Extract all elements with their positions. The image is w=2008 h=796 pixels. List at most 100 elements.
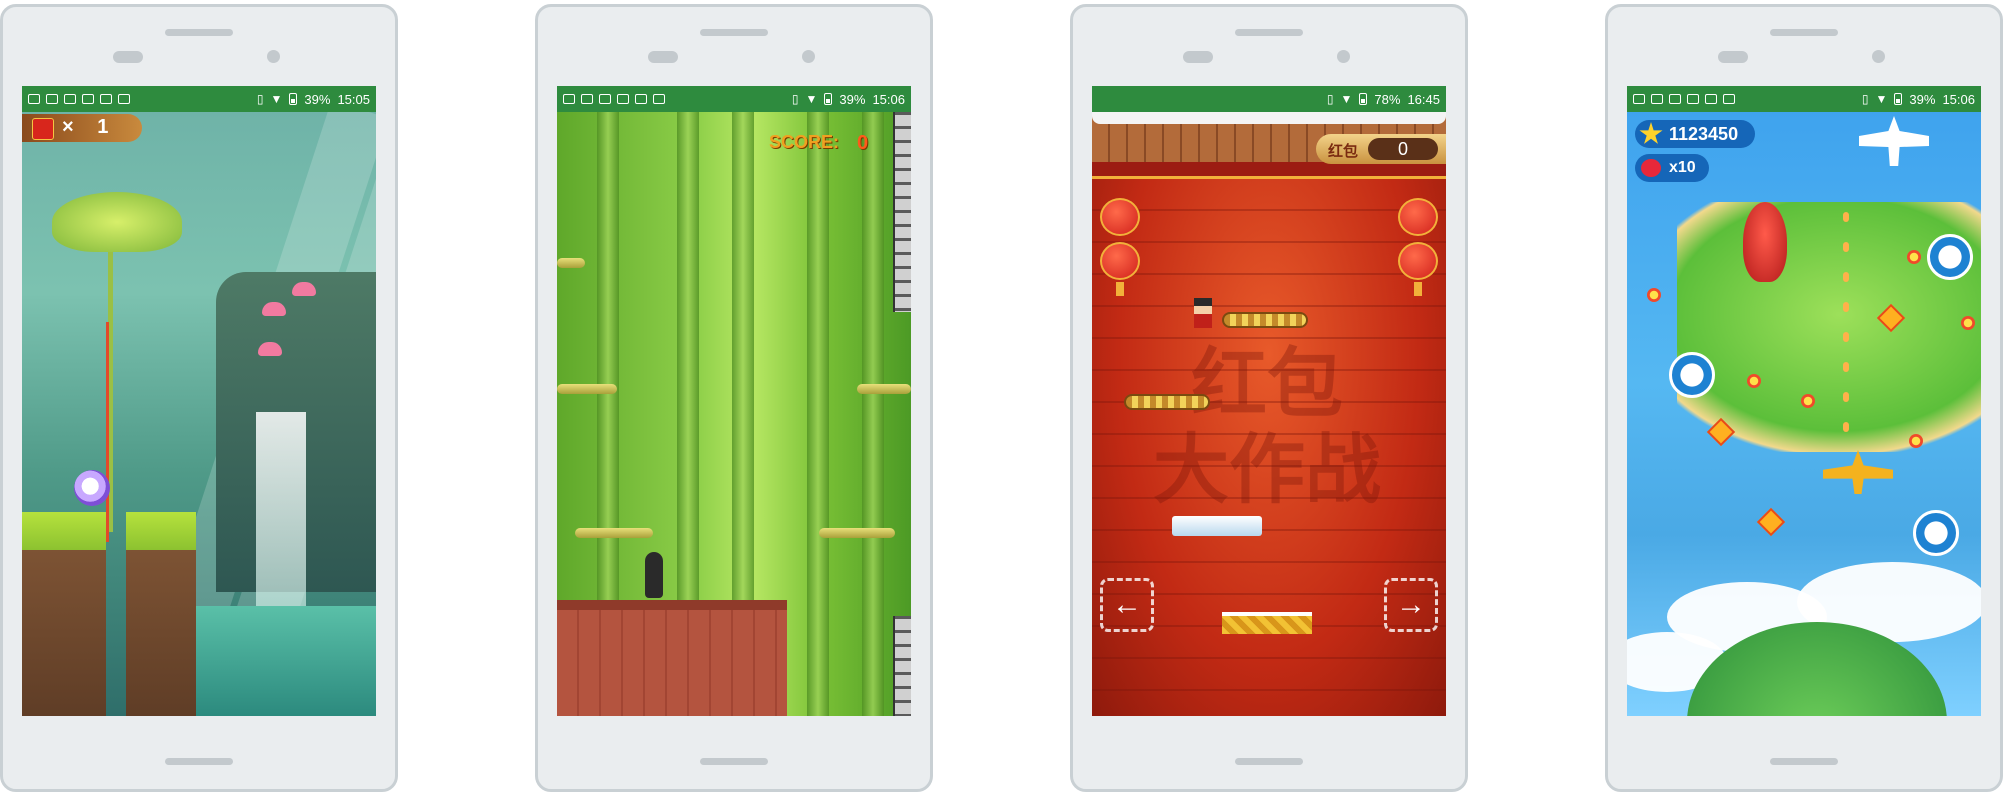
- collect-count: 1: [97, 116, 109, 138]
- bamboo-stalk: [862, 112, 884, 716]
- star-icon: [1639, 122, 1663, 144]
- move-left-button[interactable]: ←: [1100, 578, 1154, 632]
- status-bar: ▯ ▼ 39% 15:06: [557, 86, 911, 112]
- bamboo-pole: [857, 384, 911, 394]
- image-icon: [46, 94, 58, 104]
- spring-platform: [1222, 612, 1312, 634]
- mushroom: [258, 342, 282, 356]
- game-canvas-bamboo[interactable]: SCORE: 0: [557, 112, 911, 716]
- bullet: [1843, 302, 1849, 312]
- app-notification-icon: [82, 94, 94, 104]
- mushroom: [262, 302, 286, 316]
- home-button[interactable]: [1770, 758, 1838, 765]
- earpiece-speaker: [700, 29, 768, 36]
- earpiece-speaker: [1235, 29, 1303, 36]
- envelope-counter-label: 红包: [1328, 143, 1359, 160]
- bullet: [1843, 272, 1849, 282]
- heart-icon: [1641, 159, 1661, 177]
- bullet: [1843, 422, 1849, 432]
- status-bar: ▯ ▼ 78% 16:45: [1092, 86, 1446, 112]
- tiled-roof: [557, 600, 787, 716]
- enemy-bullet: [1747, 374, 1761, 388]
- lives-display: x10: [1635, 154, 1709, 182]
- player-plane: [1823, 450, 1893, 494]
- front-camera: [267, 50, 280, 63]
- earpiece-speaker: [165, 29, 233, 36]
- game-logo-watermark: 红包 大作战: [1153, 342, 1381, 513]
- status-bar: ▯ ▼ 39% 15:05: [22, 86, 376, 112]
- vibrate-icon: ▯: [1326, 92, 1334, 106]
- player-character: [1194, 298, 1212, 328]
- roof-snow: [1092, 112, 1446, 124]
- ladder-rail: [893, 616, 911, 716]
- battery-icon: [1894, 93, 1903, 105]
- mushroom: [292, 282, 316, 296]
- score-label: SCORE:: [769, 132, 840, 152]
- front-camera: [1337, 50, 1350, 63]
- ladder-rail: [893, 112, 911, 312]
- lantern-tassel: [1414, 282, 1422, 296]
- phone-4: ▯ ▼ 39% 15:06 1123450 x10: [1605, 4, 2003, 792]
- enemy-bubble: [1927, 234, 1973, 280]
- water-pool: [172, 606, 376, 716]
- enemy-bullet: [1801, 394, 1815, 408]
- envelope-counter: 红包 0: [1316, 134, 1446, 164]
- grass-block: [126, 512, 196, 716]
- game-canvas-jungle[interactable]: × 1: [22, 112, 376, 716]
- enemy-bullet: [1961, 316, 1975, 330]
- golden-platform: [1222, 312, 1308, 328]
- battery-icon: [289, 93, 298, 105]
- notification-icon: [28, 94, 40, 104]
- home-button[interactable]: [700, 758, 768, 765]
- home-button[interactable]: [165, 758, 233, 765]
- earpiece-speaker: [1770, 29, 1838, 36]
- multiplier-sign: ×: [62, 116, 74, 138]
- battery-percent: 78%: [1374, 91, 1401, 107]
- arrow-left-icon: ←: [1112, 588, 1142, 621]
- player-character: [74, 470, 110, 506]
- collect-counter: × 1: [22, 114, 142, 142]
- player-character: [645, 552, 663, 598]
- proximity-sensor: [113, 51, 143, 63]
- lantern: [1100, 242, 1140, 280]
- enemy-bubble: [1669, 352, 1715, 398]
- front-camera: [1872, 50, 1885, 63]
- bullet: [1843, 242, 1849, 252]
- enemy-plane: [1859, 116, 1929, 166]
- envelope-counter-value: 0: [1368, 138, 1438, 160]
- phone-screen: ▯ ▼ 78% 16:45 红包 大作战 ← → 红包 0: [1092, 86, 1446, 716]
- phone-screen: ▯ ▼ 39% 15:06 SCORE: 0: [557, 86, 911, 716]
- bamboo-pole: [557, 258, 585, 268]
- bullet: [1843, 332, 1849, 342]
- wifi-icon: ▼: [1340, 92, 1353, 106]
- lantern: [1100, 198, 1140, 236]
- app-notification-icon: [1723, 94, 1735, 104]
- clock: 15:05: [337, 91, 370, 107]
- status-bar: ▯ ▼ 39% 15:06: [1627, 86, 1981, 112]
- clock: 15:06: [872, 91, 905, 107]
- battery-percent: 39%: [1909, 91, 1936, 107]
- bonus-star: [1756, 507, 1786, 537]
- bullet: [1843, 362, 1849, 372]
- game-canvas-red-envelope[interactable]: 红包 大作战 ← → 红包 0: [1092, 112, 1446, 716]
- score-value: 1123450: [1669, 124, 1739, 144]
- bamboo-pole: [819, 528, 895, 538]
- battery-percent: 39%: [839, 91, 866, 107]
- notification-icon: [563, 94, 575, 104]
- arrow-right-icon: →: [1396, 588, 1426, 621]
- phone-screen: ▯ ▼ 39% 15:05 × 1: [22, 86, 376, 716]
- red-envelope-icon: [32, 118, 54, 140]
- enemy-bullet: [1907, 250, 1921, 264]
- move-right-button[interactable]: →: [1384, 578, 1438, 632]
- grass-block: [22, 512, 106, 716]
- front-camera: [802, 50, 815, 63]
- enemy-bullet: [1647, 288, 1661, 302]
- wifi-icon: ▼: [805, 92, 818, 106]
- bamboo-stalk: [807, 112, 829, 716]
- game-canvas-sky-shooter[interactable]: 1123450 x10: [1627, 112, 1981, 716]
- home-button[interactable]: [1235, 758, 1303, 765]
- app-notification-icon: [653, 94, 665, 104]
- app-notification-icon: [1669, 94, 1681, 104]
- bullet: [1843, 212, 1849, 222]
- bamboo-pole: [557, 384, 617, 394]
